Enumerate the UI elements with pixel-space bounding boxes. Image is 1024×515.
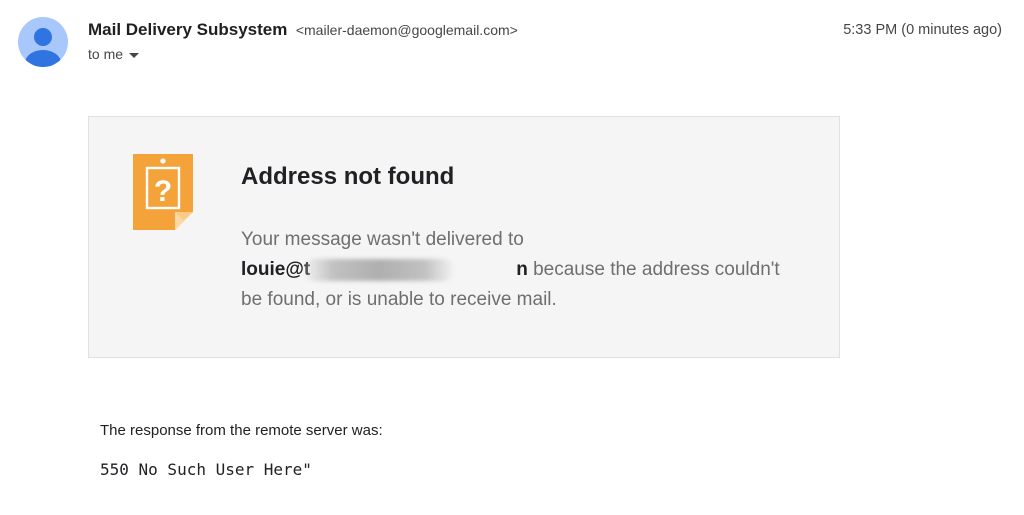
- bounce-message: Your message wasn't delivered to louie@t…: [241, 225, 801, 315]
- sender-name[interactable]: Mail Delivery Subsystem: [88, 20, 287, 39]
- recipient-address-start: louie@t: [241, 259, 311, 280]
- to-label: to me: [88, 46, 124, 62]
- bounce-title: Address not found: [241, 163, 455, 190]
- recipient-address: louie@t n: [241, 255, 528, 285]
- bounce-message-prefix: Your message wasn't delivered to: [241, 229, 524, 250]
- message-timestamp: 5:33 PM (0 minutes ago): [843, 22, 1002, 38]
- sender-line: Mail Delivery Subsystem <mailer-daemon@g…: [88, 19, 518, 41]
- chevron-down-icon[interactable]: [129, 52, 140, 58]
- person-icon: [25, 28, 61, 67]
- sender-email: <mailer-daemon@googlemail.com>: [295, 22, 518, 38]
- bounce-notice-card: ? Address not found Your message wasn't …: [88, 116, 840, 358]
- redaction-blur: [303, 259, 455, 281]
- server-response-code: 550 No Such User Here": [100, 460, 312, 479]
- svg-text:?: ?: [154, 175, 172, 208]
- recipient-address-end: n: [516, 259, 528, 280]
- recipient-details-toggle[interactable]: to me: [88, 44, 140, 64]
- server-response-label: The response from the remote server was:: [100, 422, 383, 439]
- sender-avatar[interactable]: [18, 17, 68, 67]
- question-mark-note-icon: ?: [133, 154, 193, 230]
